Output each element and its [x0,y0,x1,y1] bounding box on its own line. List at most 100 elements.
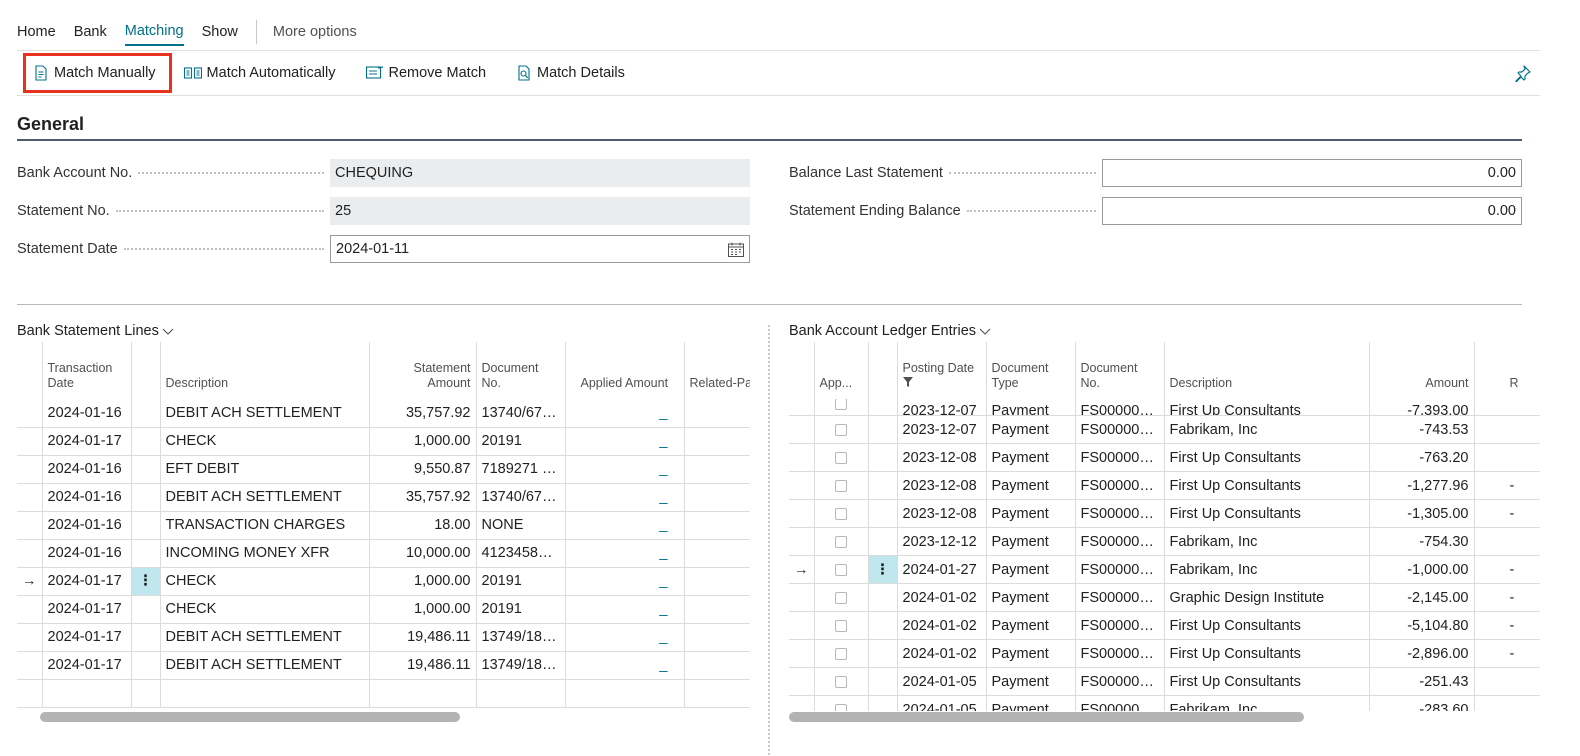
document-type-cell[interactable]: Payment [986,399,1076,416]
transaction-date-cell[interactable]: 2024-01-17 [42,651,132,680]
description-cell[interactable]: Fabrikam, Inc [1164,695,1370,711]
applied-checkbox-cell[interactable] [814,415,869,444]
description-cell[interactable]: DEBIT ACH SETTLEMENT [160,399,370,428]
applied-checkbox-cell[interactable] [814,527,869,556]
row-menu-cell[interactable] [131,539,161,568]
transaction-date-cell[interactable]: 2024-01-16 [42,483,132,512]
document-type-cell[interactable]: Payment [986,611,1076,640]
related-party-cell[interactable] [684,651,750,680]
related-party-cell[interactable] [684,595,750,624]
nav-show[interactable]: Show [202,19,238,45]
transaction-date-cell[interactable]: 2024-01-17 [42,427,132,456]
description-cell[interactable]: Graphic Design Institute [1164,583,1370,612]
document-no-cell[interactable]: 13749/182... [476,623,566,652]
row-menu-cell[interactable] [868,611,898,640]
table-row[interactable]: → ⋮ 2024-01-27 Payment FS00000245 Fabrikam, I… [789,555,1540,584]
applied-checkbox-cell[interactable] [814,471,869,500]
header-description[interactable]: Description [160,342,370,399]
related-party-cell[interactable] [684,399,750,428]
statement-amount-cell[interactable]: 1,000.00 [369,595,477,624]
transaction-date-cell[interactable]: 2024-01-17 [42,623,132,652]
pin-icon[interactable] [1514,64,1532,83]
posting-date-cell[interactable]: 2024-01-05 [897,695,987,711]
description-cell[interactable]: TRANSACTION CHARGES [160,511,370,540]
table-row[interactable]: 2024-01-17 DEBIT ACH SETTLEMENT 19,486.11 1… [17,651,750,680]
transaction-date-cell[interactable]: 2024-01-17 [42,567,132,596]
document-no-cell[interactable]: FS00000235 [1075,415,1165,444]
bank-lines-scrollbar[interactable] [40,712,460,722]
ledger-header-document-type[interactable]: Document Type [986,342,1076,399]
applied-checkbox-cell[interactable] [814,667,869,696]
document-type-cell[interactable]: Payment [986,695,1076,711]
table-row[interactable]: 2024-01-02 Payment FS00000260 Graphic Desig… [789,583,1540,612]
row-menu-cell[interactable] [131,595,161,624]
row-menu-cell[interactable] [868,667,898,696]
posting-date-cell[interactable]: 2024-01-02 [897,611,987,640]
row-menu-cell[interactable] [868,527,898,556]
row-menu-icon[interactable]: ⋮ [131,567,161,596]
transaction-date-cell[interactable]: 2024-01-16 [42,511,132,540]
description-cell[interactable]: Fabrikam, Inc [1164,555,1370,584]
extra-cell[interactable] [1474,695,1540,711]
description-cell[interactable]: First Up Consultants [1164,471,1370,500]
applied-amount-cell[interactable]: _ [565,427,685,456]
statement-amount-cell[interactable]: 35,757.92 [369,399,477,428]
applied-checkbox[interactable] [835,451,847,464]
table-row[interactable]: 2024-01-05 Payment FS00000291 Fabrikam, Inc… [789,695,1540,711]
description-cell[interactable]: First Up Consultants [1164,399,1370,416]
ledger-header-description[interactable]: Description [1164,342,1370,399]
ledger-header-amount[interactable]: Amount [1369,342,1475,399]
description-cell[interactable]: Fabrikam, Inc [1164,415,1370,444]
row-menu-cell[interactable] [131,455,161,484]
row-menu-cell[interactable] [868,499,898,528]
table-row[interactable]: 2024-01-17 DEBIT ACH SETTLEMENT 19,486.11 1… [17,623,750,652]
amount-cell[interactable]: -283.60 [1369,695,1475,711]
nav-more-options[interactable]: More options [273,19,357,45]
applied-amount-cell[interactable]: _ [565,483,685,512]
row-menu-cell[interactable] [868,583,898,612]
row-menu-cell[interactable] [131,399,161,428]
description-cell[interactable]: First Up Consultants [1164,499,1370,528]
bank-statement-lines-title[interactable]: Bank Statement Lines [17,323,174,339]
related-party-cell[interactable] [684,567,750,596]
transaction-date-cell[interactable]: 2024-01-17 [42,595,132,624]
extra-cell[interactable]: - [1474,471,1540,500]
row-menu-cell[interactable] [131,623,161,652]
description-cell[interactable]: DEBIT ACH SETTLEMENT [160,483,370,512]
document-no-cell[interactable]: 412345813... [476,539,566,568]
applied-checkbox[interactable] [835,507,847,520]
applied-checkbox[interactable] [835,619,847,632]
extra-cell[interactable]: - [1474,639,1540,668]
applied-checkbox[interactable] [835,535,847,548]
extra-cell[interactable] [1474,667,1540,696]
applied-amount-cell[interactable]: _ [565,595,685,624]
table-row[interactable]: 2024-01-16 TRANSACTION CHARGES 18.00 NONE _ [17,511,750,540]
description-cell[interactable]: INCOMING MONEY XFR [160,539,370,568]
nav-matching[interactable]: Matching [124,18,184,46]
document-type-cell[interactable]: Payment [986,667,1076,696]
applied-checkbox-cell[interactable] [814,555,869,584]
ledger-entries-title[interactable]: Bank Account Ledger Entries [789,323,991,339]
statement-amount-cell[interactable]: 18.00 [369,511,477,540]
description-cell[interactable]: CHECK [160,595,370,624]
extra-cell[interactable]: - [1474,611,1540,640]
applied-amount-cell[interactable]: _ [565,567,685,596]
header-statement-amount[interactable]: Statement Amount [369,342,477,399]
document-type-cell[interactable]: Payment [986,527,1076,556]
transaction-date-cell[interactable]: 2024-01-16 [42,539,132,568]
ledger-header-extra[interactable]: R [1474,342,1540,399]
row-menu-cell[interactable] [868,443,898,472]
table-row[interactable]: 2023-12-08 Payment FS00000236 First Up Cons… [789,443,1540,472]
statement-amount-cell[interactable]: 19,486.11 [369,623,477,652]
related-party-cell[interactable] [684,623,750,652]
document-no-cell[interactable]: FS00000260 [1075,583,1165,612]
description-cell[interactable]: DEBIT ACH SETTLEMENT [160,623,370,652]
amount-cell[interactable]: -5,104.80 [1369,611,1475,640]
applied-checkbox-cell[interactable] [814,611,869,640]
document-type-cell[interactable]: Payment [986,415,1076,444]
applied-checkbox-cell[interactable] [814,443,869,472]
posting-date-cell[interactable]: 2023-12-08 [897,443,987,472]
nav-home[interactable]: Home [17,19,56,45]
posting-date-cell[interactable]: 2023-12-08 [897,499,987,528]
description-cell[interactable]: EFT DEBIT [160,455,370,484]
